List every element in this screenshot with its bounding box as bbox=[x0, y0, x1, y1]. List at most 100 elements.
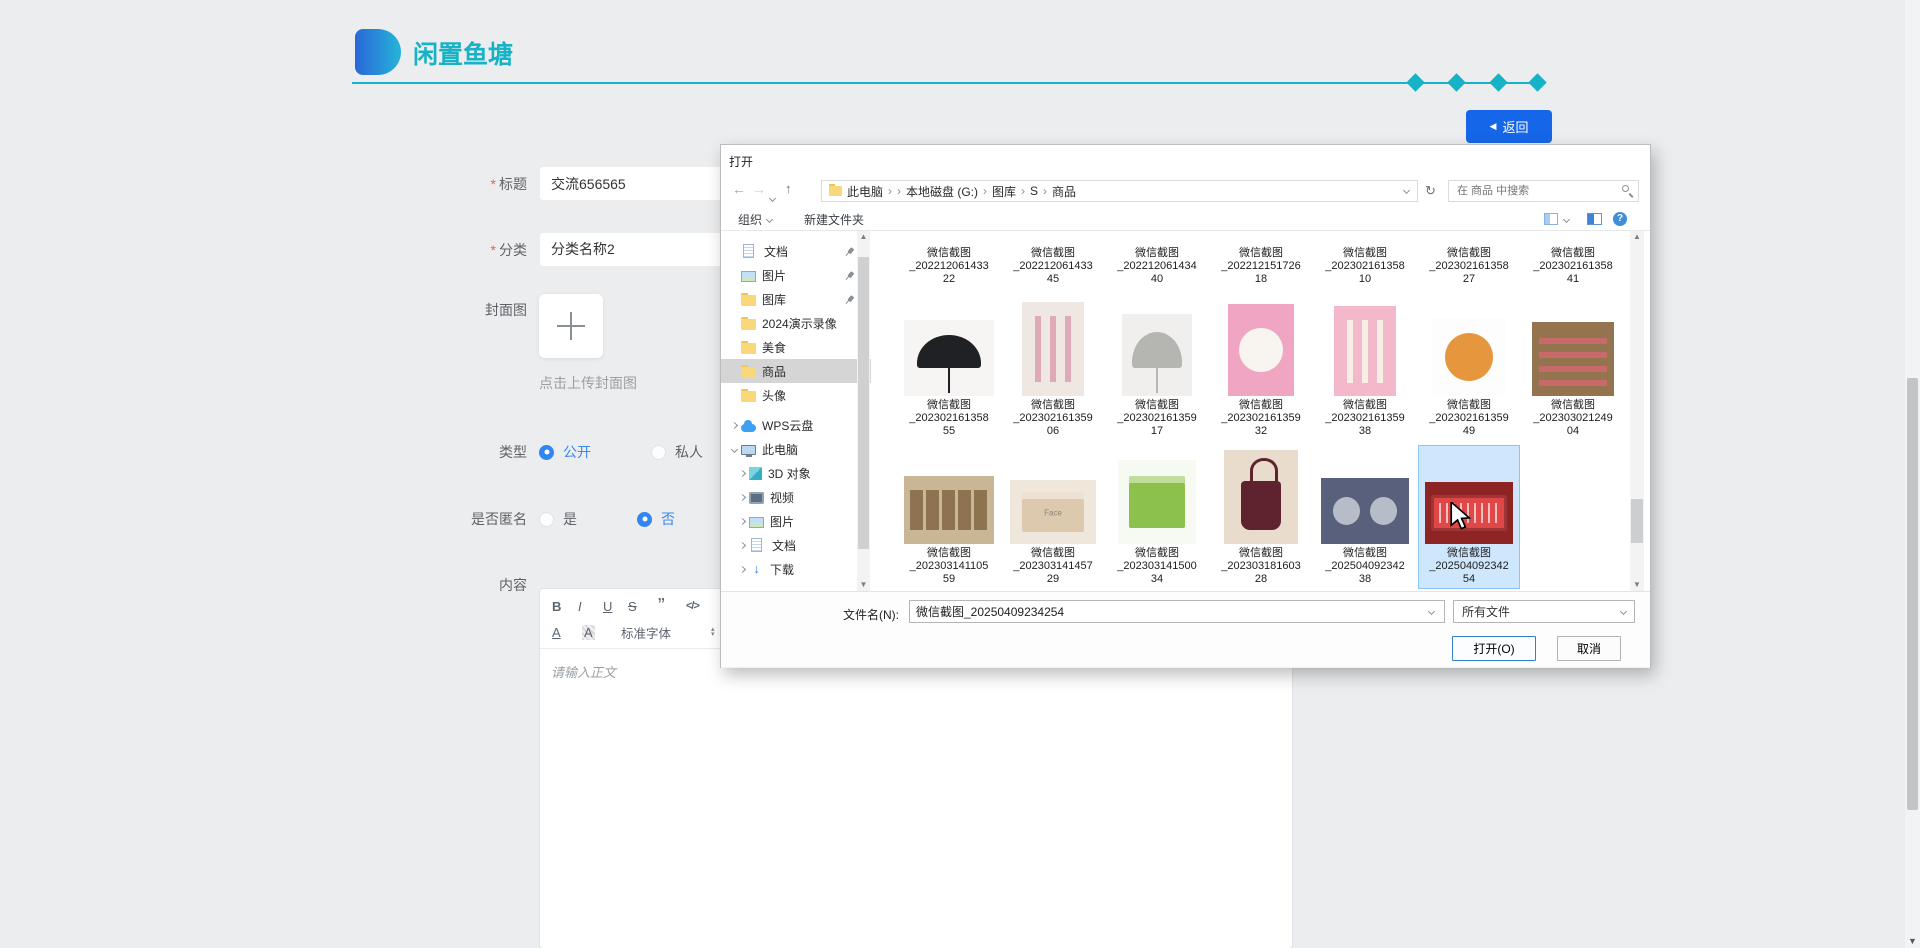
sidebar-item-label: 文档 bbox=[772, 537, 796, 554]
nav-forward-icon[interactable]: → bbox=[752, 181, 766, 197]
scroll-down-icon[interactable]: ▼ bbox=[1630, 579, 1644, 591]
filename-label: 文件名(N): bbox=[843, 606, 899, 623]
sidebar-item-文档[interactable]: 文档 bbox=[721, 533, 871, 557]
preview-pane-icon[interactable] bbox=[1587, 213, 1602, 225]
breadcrumb-item[interactable]: 图库 bbox=[992, 183, 1016, 200]
sidebar-item-头像[interactable]: 头像 bbox=[721, 383, 871, 407]
breadcrumb-item[interactable]: S bbox=[1030, 184, 1038, 198]
view-mode-chevron-icon[interactable] bbox=[1563, 216, 1570, 223]
sidebar-item-2024演示录像[interactable]: 2024演示录像 bbox=[721, 311, 871, 335]
back-button[interactable]: ◀ 返回 bbox=[1466, 110, 1552, 143]
file-item[interactable]: Face微信截图_20230314145729 bbox=[1002, 445, 1104, 589]
expand-chevron-icon[interactable] bbox=[735, 543, 749, 548]
file-item[interactable]: 微信截图_20250409234254 bbox=[1418, 445, 1520, 589]
scrollbar-thumb[interactable] bbox=[1631, 499, 1643, 543]
sidebar-scrollbar[interactable]: ▲ ▼ bbox=[857, 231, 870, 591]
editor-tool-bold[interactable]: B bbox=[552, 597, 561, 615]
file-item[interactable]: 微信截图_20230216135841 bbox=[1522, 233, 1624, 289]
file-item[interactable]: 微信截图_20230314110559 bbox=[898, 445, 1000, 589]
cancel-button[interactable]: 取消 bbox=[1557, 636, 1621, 661]
scrollbar-thumb[interactable] bbox=[1907, 378, 1918, 810]
refresh-icon[interactable]: ↻ bbox=[1425, 183, 1436, 199]
open-button[interactable]: 打开(O) bbox=[1452, 636, 1536, 661]
expand-chevron-icon[interactable] bbox=[727, 423, 741, 428]
sidebar-item-商品[interactable]: 商品 bbox=[721, 359, 871, 383]
editor-tool-strikethrough[interactable]: S bbox=[628, 597, 637, 615]
file-item[interactable]: 微信截图_20230318160328 bbox=[1210, 445, 1312, 589]
radio-public[interactable] bbox=[539, 445, 554, 460]
scroll-up-icon[interactable]: ▲ bbox=[1630, 231, 1644, 243]
editor-tool-font-color[interactable]: A bbox=[552, 623, 561, 641]
sidebar-item-图片[interactable]: 图片 bbox=[721, 263, 871, 287]
nav-history-chevron-icon[interactable] bbox=[770, 188, 775, 204]
breadcrumb-item[interactable]: 本地磁盘 (G:) bbox=[906, 183, 978, 200]
page-scrollbar[interactable]: ▼ bbox=[1905, 0, 1920, 948]
file-grid-scrollbar[interactable]: ▲ ▼ bbox=[1630, 231, 1644, 591]
file-item[interactable]: 微信截图_20230302124904 bbox=[1522, 291, 1624, 441]
editor-tool-underline[interactable]: U bbox=[603, 597, 612, 615]
sidebar-item-文档[interactable]: 文档 bbox=[721, 239, 871, 263]
file-item[interactable]: 微信截图_20230314150034 bbox=[1106, 445, 1208, 589]
file-name: 微信截图_20250409234238 bbox=[1325, 547, 1405, 586]
cover-upload-button[interactable] bbox=[539, 294, 603, 358]
editor-tool-highlight-color[interactable]: A bbox=[582, 623, 595, 641]
sidebar-item-3D 对象[interactable]: 3D 对象 bbox=[721, 461, 871, 485]
sidebar-item-图片[interactable]: 图片 bbox=[721, 509, 871, 533]
scroll-down-icon[interactable]: ▼ bbox=[1905, 936, 1920, 946]
editor-tool-font-family-select[interactable]: 标准字体▴▾ bbox=[621, 623, 715, 641]
radio-private-label[interactable]: 私人 bbox=[675, 442, 703, 462]
radio-anon-no-label[interactable]: 否 bbox=[661, 509, 675, 529]
sidebar-item-图库[interactable]: 图库 bbox=[721, 287, 871, 311]
pin-icon bbox=[843, 293, 856, 306]
sidebar-item-下载[interactable]: 下载 bbox=[721, 557, 871, 581]
file-item[interactable]: 微信截图_20230216135810 bbox=[1314, 233, 1416, 289]
file-name: 微信截图_20230216135855 bbox=[909, 399, 989, 438]
radio-anon-yes-label[interactable]: 是 bbox=[563, 509, 577, 529]
organize-menu[interactable]: 组织 bbox=[738, 211, 772, 228]
file-item[interactable]: 微信截图_20221206143440 bbox=[1106, 233, 1208, 289]
sidebar-item-此电脑[interactable]: 此电脑 bbox=[721, 437, 871, 461]
scroll-up-icon[interactable]: ▲ bbox=[857, 231, 870, 243]
editor-tool-italic[interactable]: I bbox=[578, 597, 582, 615]
expand-chevron-icon[interactable] bbox=[735, 471, 749, 476]
radio-public-label[interactable]: 公开 bbox=[563, 442, 591, 462]
file-item[interactable]: 微信截图_20250409234238 bbox=[1314, 445, 1416, 589]
scroll-down-icon[interactable]: ▼ bbox=[857, 579, 870, 591]
help-icon[interactable]: ? bbox=[1613, 212, 1627, 226]
expand-chevron-icon[interactable] bbox=[735, 567, 749, 572]
expand-chevron-icon[interactable] bbox=[735, 495, 749, 500]
view-mode-icon[interactable] bbox=[1544, 213, 1558, 225]
filename-input[interactable] bbox=[909, 600, 1445, 623]
expand-chevron-icon[interactable] bbox=[727, 447, 741, 452]
file-item[interactable]: 微信截图_20230216135932 bbox=[1210, 291, 1312, 441]
file-item[interactable]: 微信截图_20230216135855 bbox=[898, 291, 1000, 441]
file-item[interactable]: 微信截图_20230216135827 bbox=[1418, 233, 1520, 289]
sidebar-item-美食[interactable]: 美食 bbox=[721, 335, 871, 359]
breadcrumb-item[interactable]: 此电脑 bbox=[847, 183, 883, 200]
stepper-icon[interactable]: ▴▾ bbox=[711, 627, 715, 638]
editor-tool-blockquote[interactable]: ” bbox=[658, 597, 665, 615]
file-name: 微信截图_20221206143440 bbox=[1117, 247, 1197, 286]
breadcrumb-item[interactable]: 商品 bbox=[1052, 183, 1076, 200]
file-name: 微信截图_20221206143322 bbox=[909, 247, 989, 286]
file-item[interactable]: 微信截图_20230216135906 bbox=[1002, 291, 1104, 441]
file-item[interactable]: 微信截图_20221206143322 bbox=[898, 233, 1000, 289]
editor-tool-code[interactable]: </> bbox=[686, 597, 699, 615]
file-item[interactable]: 微信截图_20230216135938 bbox=[1314, 291, 1416, 441]
sidebar-item-WPS云盘[interactable]: WPS云盘 bbox=[721, 413, 871, 437]
sidebar-item-视频[interactable]: 视频 bbox=[721, 485, 871, 509]
expand-chevron-icon[interactable] bbox=[735, 519, 749, 524]
radio-private[interactable] bbox=[651, 445, 666, 460]
scrollbar-thumb[interactable] bbox=[858, 257, 869, 549]
radio-anon-yes[interactable] bbox=[539, 512, 554, 527]
filetype-select[interactable]: 所有文件 bbox=[1453, 600, 1635, 623]
file-item[interactable]: 微信截图_20230216135949 bbox=[1418, 291, 1520, 441]
file-item[interactable]: 微信截图_20230216135917 bbox=[1106, 291, 1208, 441]
file-item[interactable]: 微信截图_20221215172618 bbox=[1210, 233, 1312, 289]
nav-back-icon[interactable]: ← bbox=[732, 181, 746, 197]
nav-up-icon[interactable]: ↑ bbox=[785, 181, 792, 197]
file-item[interactable]: 微信截图_20221206143345 bbox=[1002, 233, 1104, 289]
radio-anon-no[interactable] bbox=[637, 512, 652, 527]
search-input[interactable] bbox=[1448, 180, 1639, 202]
new-folder-button[interactable]: 新建文件夹 bbox=[804, 211, 864, 228]
